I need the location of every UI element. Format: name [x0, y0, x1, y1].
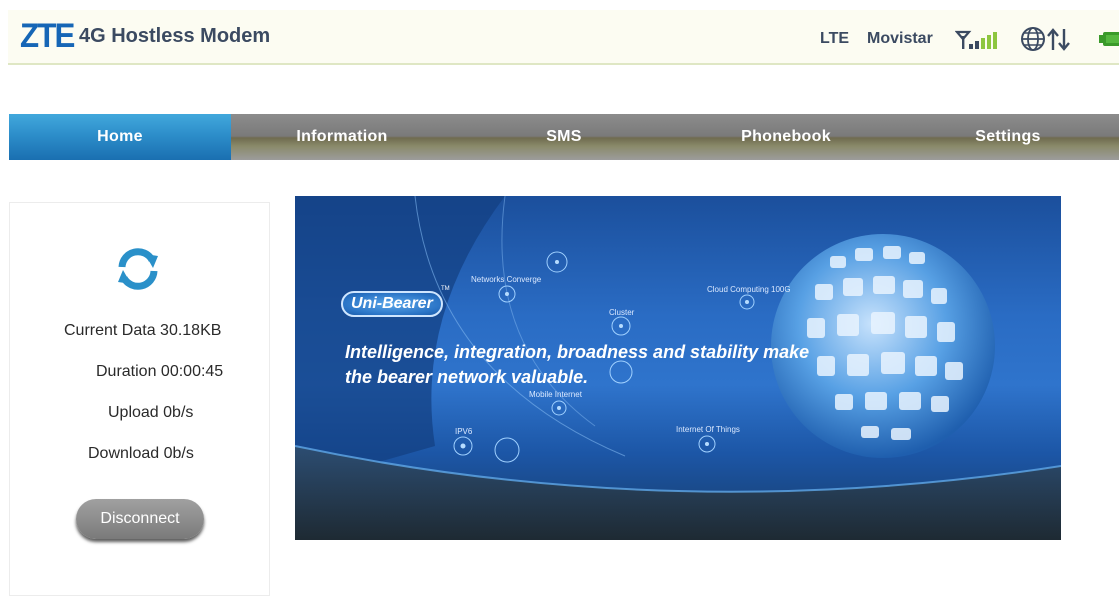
banner-label-networks: Networks Converge [471, 275, 542, 284]
zte-logo: ZTE [20, 17, 75, 55]
banner-label-cloud: Cloud Computing 100G [707, 285, 791, 294]
banner-label-iot: Internet Of Things [676, 425, 740, 434]
tab-information[interactable]: Information [231, 114, 453, 160]
refresh-icon[interactable] [114, 245, 162, 293]
upload-speed-value: Upload 0b/s [108, 404, 194, 421]
tab-phonebook[interactable]: Phonebook [675, 114, 897, 160]
banner-tagline-line2: the bearer network valuable. [345, 367, 589, 387]
download-speed-value: Download 0b/s [88, 445, 194, 462]
banner-tagline: Intelligence, integration, broadness and… [345, 340, 865, 390]
banner-tagline-line1: Intelligence, integration, broadness and… [345, 342, 810, 362]
connection-status-panel: Current Data 30.18KB Duration 00:00:45 U… [9, 202, 270, 596]
network-type: LTE [820, 30, 850, 47]
banner-label-ipv6: IPV6 [455, 427, 473, 436]
promo-banner: Uni-Bearer TM Networks Converge Cluster … [295, 196, 1061, 540]
disconnect-button[interactable]: Disconnect [76, 499, 204, 539]
trademark-mark: TM [441, 286, 450, 292]
tab-settings[interactable]: Settings [897, 114, 1119, 160]
signal-strength-icon [955, 30, 997, 49]
header-bar: ZTE 4G Hostless Modem LTE Movistar [8, 10, 1119, 65]
main-nav: Home Information SMS Phonebook Settings [9, 114, 1119, 160]
banner-label-cluster: Cluster [609, 308, 635, 317]
duration-value: Duration 00:00:45 [96, 363, 224, 380]
current-data-value: Current Data 30.18KB [64, 322, 222, 339]
product-name: 4G Hostless Modem [79, 25, 271, 47]
tab-home[interactable]: Home [9, 114, 231, 160]
carrier-name: Movistar [867, 30, 933, 47]
battery-icon [1099, 32, 1119, 46]
tab-sms[interactable]: SMS [453, 114, 675, 160]
uni-bearer-logo: Uni-Bearer [341, 291, 443, 317]
banner-label-mobile: Mobile Internet [529, 390, 582, 399]
globe-data-icon [1021, 27, 1070, 51]
